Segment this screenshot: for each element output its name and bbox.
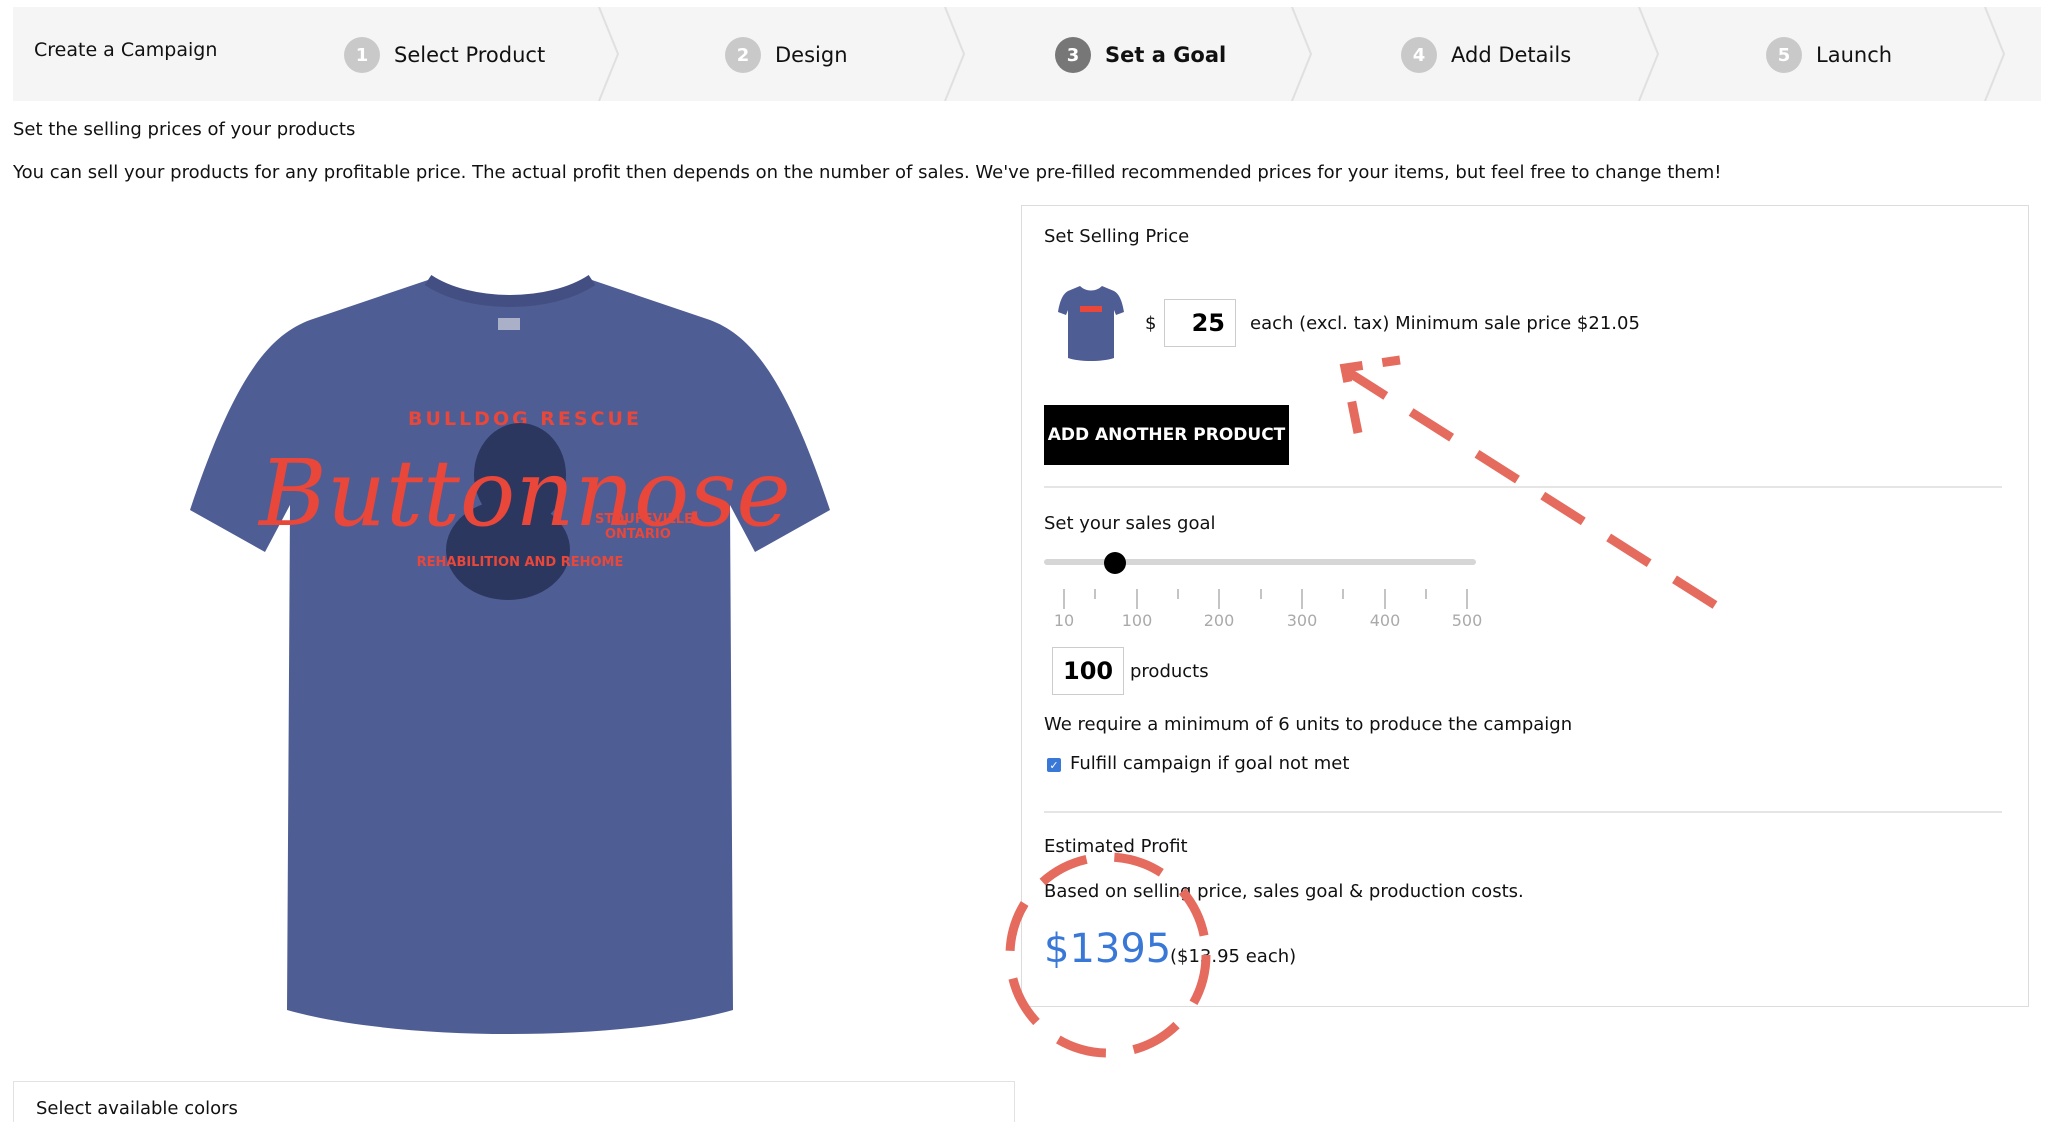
- section-divider: [1044, 486, 2002, 488]
- intro-description: You can sell your products for any profi…: [13, 162, 1722, 183]
- shirt-print-location-1: STOUFFVILLE: [595, 512, 693, 527]
- fulfill-campaign-option[interactable]: ✓ Fulfill campaign if goal not met: [1047, 753, 1349, 774]
- intro-heading: Set the selling prices of your products: [13, 119, 356, 140]
- sales-goal-title: Set your sales goal: [1044, 513, 1216, 534]
- section-divider: [1044, 811, 2002, 813]
- estimated-profit-title: Estimated Profit: [1044, 836, 1188, 857]
- step-navigation: Create a Campaign 1 Select Product 2 Des…: [13, 7, 2041, 101]
- slider-tick: [1425, 589, 1427, 599]
- product-thumbnail[interactable]: [1058, 284, 1124, 362]
- shirt-print-bottom-text: REHABILITION AND REHOME: [417, 555, 624, 570]
- add-another-product-button[interactable]: ADD ANOTHER PRODUCT: [1044, 405, 1289, 465]
- slider-tick-label: 10: [1053, 611, 1075, 630]
- profit-per-item: ($13.95 each): [1170, 946, 1297, 967]
- slider-tick: [1301, 589, 1303, 609]
- slider-tick: [1466, 589, 1468, 609]
- shirt-print-main-text: Buttonnose: [257, 440, 791, 547]
- price-note: each (excl. tax) Minimum sale price $21.…: [1250, 313, 1640, 334]
- step-separators: [598, 7, 2006, 101]
- slider-tick-label: 500: [1451, 611, 1483, 630]
- quantity-unit-label: products: [1130, 661, 1209, 682]
- slider-tick-label: 300: [1286, 611, 1318, 630]
- slider-tick: [1063, 589, 1065, 609]
- slider-tick: [1342, 589, 1344, 599]
- slider-tick-label: 100: [1121, 611, 1153, 630]
- sales-goal-quantity-input[interactable]: [1052, 647, 1124, 695]
- fulfill-checkbox[interactable]: ✓: [1047, 758, 1061, 772]
- slider-tick-label: 400: [1369, 611, 1401, 630]
- selling-price-title: Set Selling Price: [1044, 226, 1190, 247]
- slider-tick: [1177, 589, 1179, 599]
- profit-basis-note: Based on selling price, sales goal & pro…: [1044, 881, 1524, 902]
- slider-tick: [1218, 589, 1220, 609]
- selling-price-input[interactable]: [1164, 299, 1236, 347]
- slider-tick: [1094, 589, 1096, 599]
- shirt-print-location-2: ONTARIO: [605, 527, 671, 542]
- fulfill-checkbox-label: Fulfill campaign if goal not met: [1070, 753, 1350, 774]
- slider-tick: [1136, 589, 1138, 609]
- sales-goal-slider-handle[interactable]: [1104, 552, 1126, 574]
- colors-panel-title: Select available colors: [36, 1098, 238, 1119]
- slider-tick-label: 200: [1203, 611, 1235, 630]
- slider-tick: [1260, 589, 1262, 599]
- tshirt-product-image: BULLDOG RESCUE Buttonnose STOUFFVILLE ON…: [190, 274, 830, 1034]
- minimum-units-note: We require a minimum of 6 units to produ…: [1044, 714, 1573, 735]
- colors-panel: Select available colors: [13, 1081, 1015, 1122]
- pricing-goal-panel: Set Selling Price $ each (excl. tax) Min…: [1021, 205, 2029, 1007]
- slider-tick: [1384, 589, 1386, 609]
- estimated-profit-value: $1395: [1044, 926, 1172, 972]
- currency-symbol: $: [1145, 313, 1157, 334]
